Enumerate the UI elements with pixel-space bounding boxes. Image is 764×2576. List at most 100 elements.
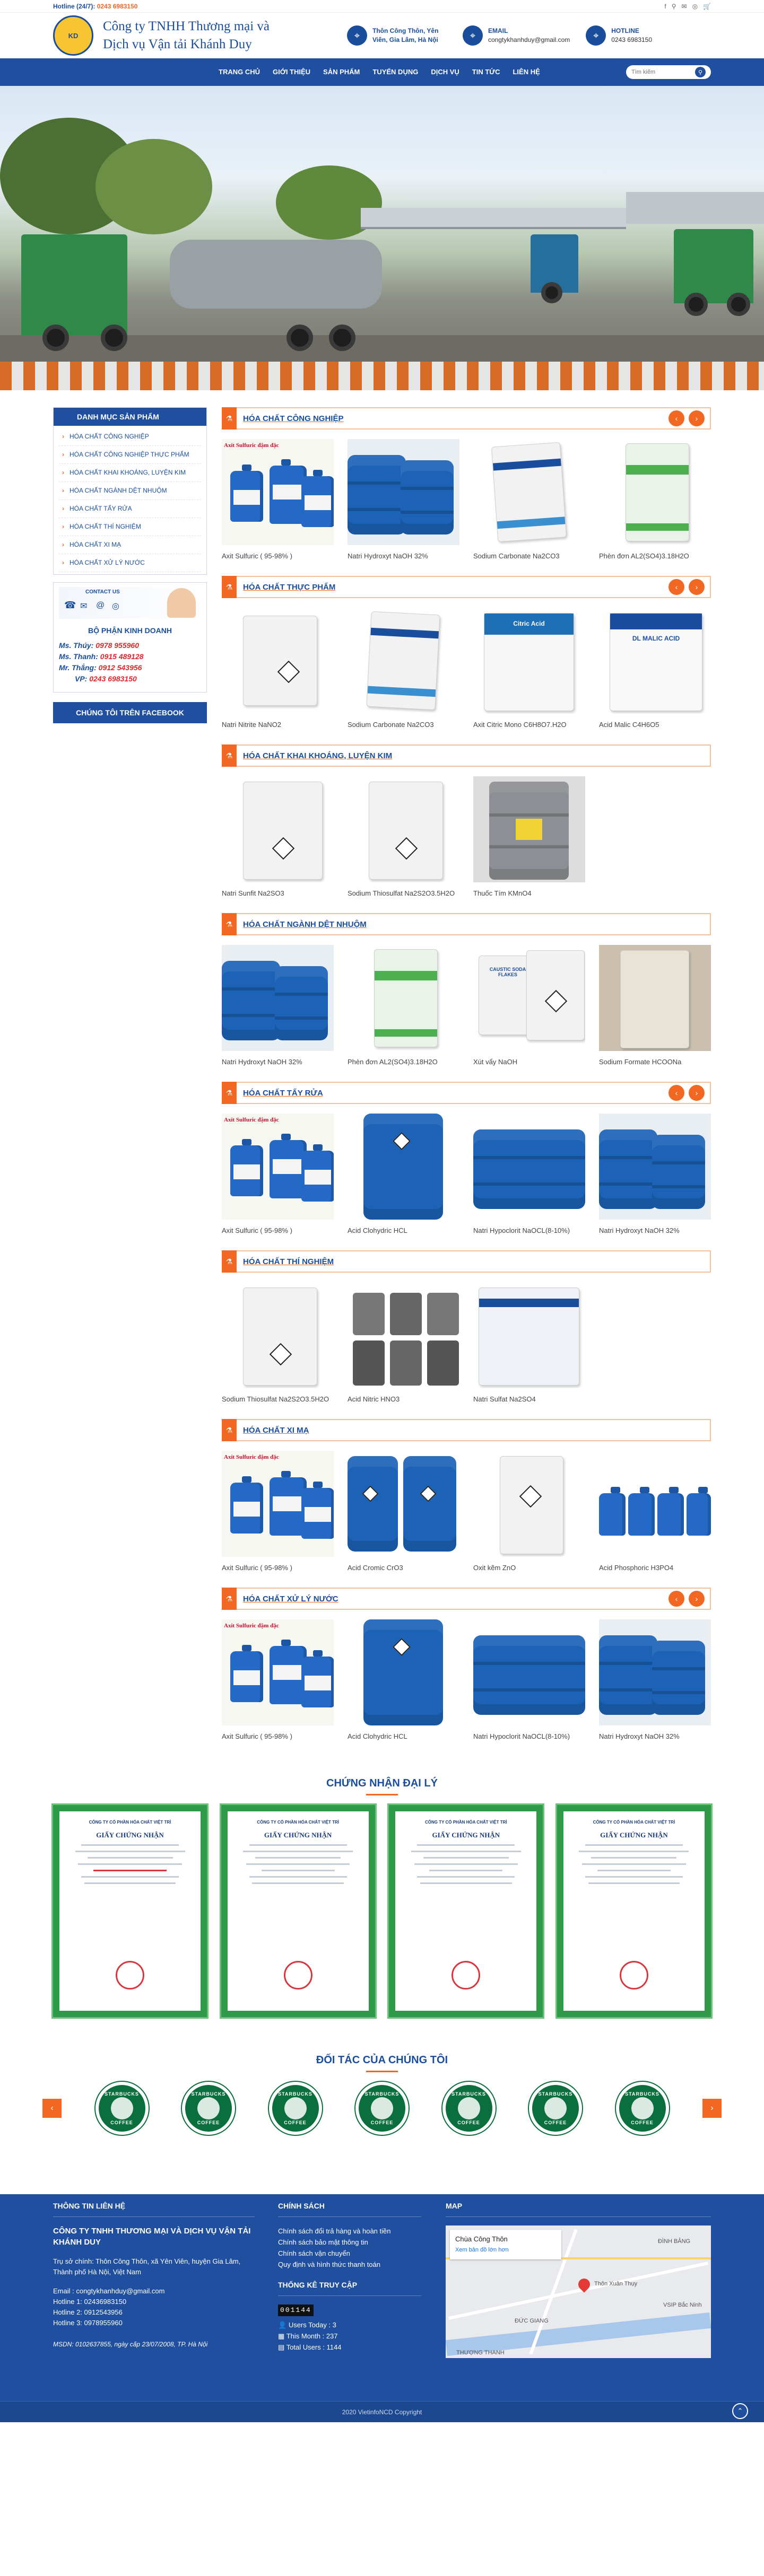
product-image[interactable] xyxy=(348,1114,459,1220)
product-name[interactable]: Sodium Thiosulfat Na2S2O3.5H2O xyxy=(222,1395,334,1404)
nav-item-recruitment[interactable]: TUYỂN DỤNG xyxy=(366,58,424,86)
nav-item-contact[interactable]: LIÊN HỆ xyxy=(506,58,546,86)
section-title[interactable]: HÓA CHẤT THỰC PHẨM xyxy=(243,583,335,592)
cart-icon[interactable]: 🛒 xyxy=(703,3,711,10)
next-arrow-icon[interactable]: › xyxy=(689,1591,705,1607)
partner-logo[interactable]: STARBUCKS COFFEE xyxy=(181,2081,236,2136)
certificate-card[interactable]: CÔNG TY CỔ PHẦN HÓA CHẤT VIỆT TRÌ GIẤY C… xyxy=(387,1803,545,2019)
product-name[interactable]: Axit Sulfuric ( 95-98% ) xyxy=(222,1226,334,1236)
product-name[interactable]: Natri Hypoclorit NaOCL(8-10%) xyxy=(473,1732,585,1741)
brand-name[interactable]: Công ty TNHH Thương mại và Dịch vụ Vận t… xyxy=(103,17,331,54)
map-larger-link[interactable]: Xem bản đồ lớn hơn xyxy=(455,2245,556,2255)
section-title[interactable]: HÓA CHẤT KHAI KHOÁNG, LUYỆN KIM xyxy=(243,751,392,760)
prev-arrow-icon[interactable]: ‹ xyxy=(42,2099,62,2118)
certificate-card[interactable]: CÔNG TY CỔ PHẦN HÓA CHẤT VIỆT TRÌ GIẤY C… xyxy=(555,1803,713,2019)
mail-icon[interactable]: ✉ xyxy=(682,3,687,10)
section-title[interactable]: HÓA CHẤT XỬ LÝ NƯỚC xyxy=(243,1594,338,1604)
certificate-card[interactable]: CÔNG TY CỔ PHẦN HÓA CHẤT VIỆT TRÌ GIẤY C… xyxy=(51,1803,209,2019)
product-name[interactable]: Axit Sulfuric ( 95-98% ) xyxy=(222,1563,334,1573)
category-item[interactable]: HÓA CHẤT THÍ NGHIỆM xyxy=(59,518,201,536)
product-name[interactable]: Sodium Carbonate Na2CO3 xyxy=(473,551,585,561)
partner-logo[interactable]: STARBUCKS COFFEE xyxy=(441,2081,497,2136)
footer-email[interactable]: Email : congtykhanhduy@gmail.com xyxy=(53,2286,255,2297)
category-item[interactable]: HÓA CHẤT CÔNG NGHIỆP xyxy=(59,428,201,446)
product-card[interactable]: Natri Hydroxyt NaOH 32% xyxy=(222,945,334,1067)
category-item[interactable]: HÓA CHẤT NGÀNH DỆT NHUỘM xyxy=(59,482,201,500)
back-to-top-icon[interactable]: ⌃ xyxy=(732,2403,748,2419)
product-card[interactable]: Citric Acid Axit Citric Mono C6H8O7.H2O xyxy=(473,608,585,730)
product-image[interactable] xyxy=(348,439,459,545)
product-image[interactable] xyxy=(473,776,585,882)
next-arrow-icon[interactable]: › xyxy=(689,410,705,426)
product-card[interactable]: Axit Sulfuric đậm đặc Axit Sulfuric ( 95… xyxy=(222,1451,334,1573)
embedded-map[interactable]: Chùa Công Thôn Xem bản đồ lớn hơn ĐÌNH B… xyxy=(446,2225,711,2358)
product-image[interactable]: Citric Acid xyxy=(473,608,585,714)
product-name[interactable]: Sodium Carbonate Na2CO3 xyxy=(348,720,459,730)
product-name[interactable]: Natri Hydroxyt NaOH 32% xyxy=(348,551,459,561)
product-image[interactable] xyxy=(473,1451,585,1557)
partner-logo[interactable]: STARBUCKS COFFEE xyxy=(614,2081,670,2136)
top-hotline-number[interactable]: 0243 6983150 xyxy=(97,3,138,10)
product-image[interactable] xyxy=(473,1114,585,1220)
product-card[interactable]: Thuốc Tím KMnO4 xyxy=(473,776,585,898)
search-input[interactable] xyxy=(631,69,695,75)
product-name[interactable]: Natri Sunfit Na2SO3 xyxy=(222,889,334,898)
product-image[interactable] xyxy=(473,1282,585,1388)
section-title[interactable]: HÓA CHẤT XI MẠ xyxy=(243,1426,309,1435)
product-image[interactable] xyxy=(222,1282,334,1388)
product-card[interactable]: Natri Sulfat Na2SO4 xyxy=(473,1282,585,1404)
product-card[interactable]: Sodium Thiosulfat Na2S2O3.5H2O xyxy=(348,776,459,898)
partner-logo[interactable]: STARBUCKS COFFEE xyxy=(267,2081,323,2136)
section-title[interactable]: HÓA CHẤT THÍ NGHIỆM xyxy=(243,1257,334,1266)
product-image[interactable] xyxy=(473,1619,585,1725)
product-image[interactable] xyxy=(222,608,334,714)
prev-arrow-icon[interactable]: ‹ xyxy=(668,579,684,595)
nav-item-about[interactable]: GIỚI THIỆU xyxy=(266,58,317,86)
prev-arrow-icon[interactable]: ‹ xyxy=(668,1591,684,1607)
product-image[interactable] xyxy=(473,439,585,545)
product-name[interactable]: Natri Hydroxyt NaOH 32% xyxy=(599,1732,711,1741)
product-card[interactable]: Natri Nitrite NaNO2 xyxy=(222,608,334,730)
product-card[interactable]: Phèn đơn AL2(SO4)3.18H2O xyxy=(599,439,711,561)
product-image[interactable] xyxy=(348,1282,459,1388)
product-card[interactable]: Natri Sunfit Na2SO3 xyxy=(222,776,334,898)
product-name[interactable]: Xút vẩy NaOH xyxy=(473,1057,585,1067)
facebook-icon[interactable]: f xyxy=(664,3,666,10)
sales-phone[interactable]: 0243 6983150 xyxy=(89,674,137,683)
product-name[interactable]: Natri Hydroxyt NaOH 32% xyxy=(222,1057,334,1067)
hotline-value[interactable]: 0243 6983150 xyxy=(611,36,652,43)
footer-hotline[interactable]: Hotline 1: 02436983150 xyxy=(53,2297,255,2307)
product-card[interactable]: Sodium Carbonate Na2CO3 xyxy=(348,608,459,730)
footer-hotline[interactable]: Hotline 3: 0978955960 xyxy=(53,2318,255,2328)
product-name[interactable]: Natri Hypoclorit NaOCL(8-10%) xyxy=(473,1226,585,1236)
product-name[interactable]: Axit Sulfuric ( 95-98% ) xyxy=(222,551,334,561)
product-card[interactable]: Sodium Carbonate Na2CO3 xyxy=(473,439,585,561)
product-name[interactable]: Phèn đơn AL2(SO4)3.18H2O xyxy=(599,551,711,561)
product-name[interactable]: Oxit kẽm ZnO xyxy=(473,1563,585,1573)
product-card[interactable]: CAUSTIC SODA FLAKES Xút vẩy NaOH xyxy=(473,945,585,1067)
product-card[interactable]: Acid Phosphoric H3PO4 xyxy=(599,1451,711,1573)
product-card[interactable]: Natri Hydroxyt NaOH 32% xyxy=(599,1114,711,1236)
product-name[interactable]: Axit Citric Mono C6H8O7.H2O xyxy=(473,720,585,730)
prev-arrow-icon[interactable]: ‹ xyxy=(668,1085,684,1101)
product-image[interactable] xyxy=(222,776,334,882)
certificate-card[interactable]: CÔNG TY CỔ PHẦN HÓA CHẤT VIỆT TRÌ GIẤY C… xyxy=(219,1803,377,2019)
product-name[interactable]: Sodium Formate HCOONa xyxy=(599,1057,711,1067)
category-item[interactable]: HÓA CHẤT CÔNG NGHIỆP THỰC PHẨM xyxy=(59,446,201,464)
prev-arrow-icon[interactable]: ‹ xyxy=(668,410,684,426)
next-arrow-icon[interactable]: › xyxy=(689,1085,705,1101)
product-image[interactable] xyxy=(599,1114,711,1220)
product-image[interactable] xyxy=(348,608,459,714)
product-card[interactable]: Natri Hydroxyt NaOH 32% xyxy=(599,1619,711,1741)
policy-link[interactable]: Chính sách bảo mật thông tin xyxy=(278,2237,421,2248)
product-image[interactable]: Axit Sulfuric đậm đặc xyxy=(222,1451,334,1557)
product-card[interactable]: Axit Sulfuric đậm đặc Axit Sulfuric ( 95… xyxy=(222,439,334,561)
search-icon[interactable]: ⚲ xyxy=(695,67,706,77)
product-name[interactable]: Acid Clohydric HCL xyxy=(348,1226,459,1236)
product-name[interactable]: Thuốc Tím KMnO4 xyxy=(473,889,585,898)
product-image[interactable] xyxy=(348,1451,459,1557)
product-image[interactable]: Axit Sulfuric đậm đặc xyxy=(222,1114,334,1220)
product-card[interactable]: Acid Clohydric HCL xyxy=(348,1619,459,1741)
sales-phone[interactable]: 0978 955960 xyxy=(96,641,139,650)
partner-logo[interactable]: STARBUCKS COFFEE xyxy=(528,2081,583,2136)
